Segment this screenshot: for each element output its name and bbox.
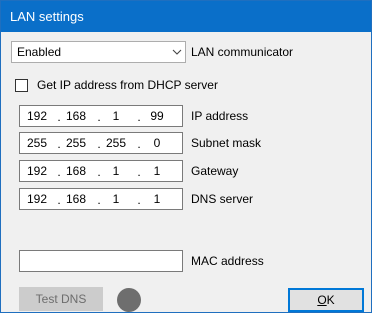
ok-button-mnemonic: O	[317, 293, 327, 307]
ip-address-octet-2: 168	[65, 109, 87, 123]
chevron-down-icon	[172, 49, 182, 55]
ip-address-octet-3: 1	[112, 109, 120, 123]
lan-communicator-label: LAN communicator	[191, 45, 294, 59]
dns-server-octet-2: 168	[65, 192, 87, 206]
ok-button-label: K	[326, 293, 335, 307]
mac-address-label: MAC address	[191, 254, 264, 268]
subnet-mask-octet-3: 255	[105, 136, 127, 150]
subnet-mask-field[interactable]: 255 . 255 . 255 . 0	[19, 132, 183, 154]
dhcp-checkbox[interactable]	[15, 79, 28, 92]
dns-server-octet-1: 192	[26, 192, 48, 206]
dns-server-octet-3: 1	[112, 192, 120, 206]
dhcp-checkbox-label[interactable]: Get IP address from DHCP server	[37, 74, 218, 96]
test-dns-button[interactable]: Test DNS	[19, 287, 103, 311]
subnet-mask-label: Subnet mask	[191, 136, 262, 150]
gateway-field[interactable]: 192 . 168 . 1 . 1	[19, 160, 183, 182]
gateway-octet-4: 1	[153, 164, 161, 178]
test-dns-button-label: Test DNS	[35, 292, 87, 306]
gateway-octet-3: 1	[112, 164, 120, 178]
gateway-label: Gateway	[191, 164, 239, 178]
mac-address-field[interactable]	[19, 250, 183, 272]
ip-address-label: IP address	[191, 109, 249, 123]
lan-communicator-select[interactable]: Enabled	[11, 41, 186, 63]
subnet-mask-octet-2: 255	[65, 136, 87, 150]
gateway-octet-1: 192	[26, 164, 48, 178]
dns-server-field[interactable]: 192 . 168 . 1 . 1	[19, 188, 183, 210]
lan-communicator-value: Enabled	[17, 45, 62, 59]
ip-address-field[interactable]: 192 . 168 . 1 . 99	[19, 105, 183, 127]
subnet-mask-octet-4: 0	[153, 136, 161, 150]
ip-address-octet-1: 192	[26, 109, 48, 123]
dns-status-indicator	[117, 288, 141, 312]
title-bar: LAN settings	[1, 1, 371, 32]
ok-button[interactable]: OK	[288, 288, 364, 312]
dns-server-octet-4: 1	[153, 192, 161, 206]
subnet-mask-octet-1: 255	[26, 136, 48, 150]
ip-address-octet-4: 99	[150, 109, 164, 123]
lan-settings-dialog: LAN settings Enabled LAN communicator Ge…	[0, 0, 372, 313]
dns-server-label: DNS server	[191, 192, 254, 206]
window-title: LAN settings	[10, 9, 84, 24]
gateway-octet-2: 168	[65, 164, 87, 178]
